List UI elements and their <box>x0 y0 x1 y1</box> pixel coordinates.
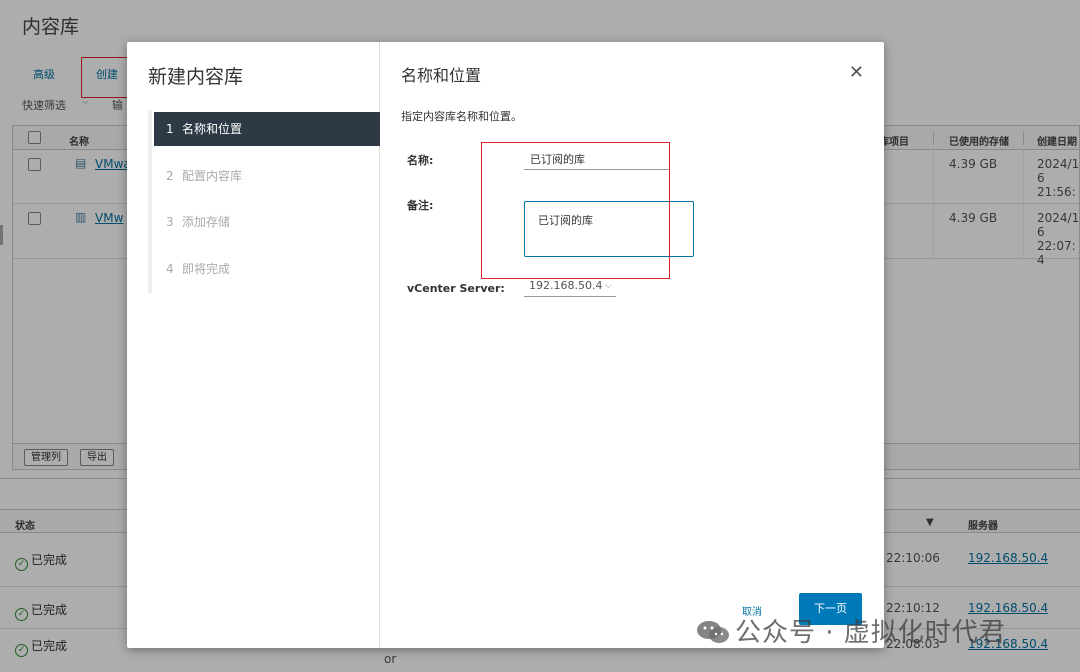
wizard-steps-panel: 新建内容库 1 名称和位置 2 配置内容库 3 添加存储 4 即将完成 <box>127 42 380 648</box>
name-label: 名称: <box>407 154 434 167</box>
chevron-down-icon: ⌵ <box>605 281 612 291</box>
highlight-box <box>481 142 670 279</box>
step-label: 添加存储 <box>182 215 231 229</box>
step-name-location[interactable]: 1 名称和位置 <box>154 112 380 146</box>
vcenter-value: 192.168.50.4 <box>529 279 603 292</box>
step-content: 名称和位置 ✕ 指定内容库名称和位置。 名称: 备注: 已订阅的库 vCente… <box>380 42 884 648</box>
vcenter-label: vCenter Server: <box>407 282 505 295</box>
note-label: 备注: <box>407 199 434 212</box>
vcenter-server-select[interactable]: 192.168.50.4 ⌵ <box>524 278 616 297</box>
close-icon[interactable]: ✕ <box>849 64 864 82</box>
steps-track <box>148 110 152 293</box>
step-label: 即将完成 <box>182 262 231 276</box>
section-title: 名称和位置 <box>401 66 482 85</box>
section-description: 指定内容库名称和位置。 <box>401 110 522 123</box>
new-content-library-dialog: 新建内容库 1 名称和位置 2 配置内容库 3 添加存储 4 即将完成 名称和位置 ✕ … <box>127 42 884 648</box>
watermark-text: 公众号 · 虚拟化时代君 <box>735 618 1006 648</box>
step-label: 配置内容库 <box>182 169 243 183</box>
dialog-title: 新建内容库 <box>148 66 244 88</box>
step-configure-library[interactable]: 2 配置内容库 <box>154 159 380 193</box>
step-label: 名称和位置 <box>182 122 243 136</box>
step-ready-to-complete[interactable]: 4 即将完成 <box>154 252 380 286</box>
step-add-storage[interactable]: 3 添加存储 <box>154 205 380 239</box>
watermark: 公众号 · 虚拟化时代君 <box>695 612 1006 649</box>
wechat-icon <box>695 619 731 645</box>
